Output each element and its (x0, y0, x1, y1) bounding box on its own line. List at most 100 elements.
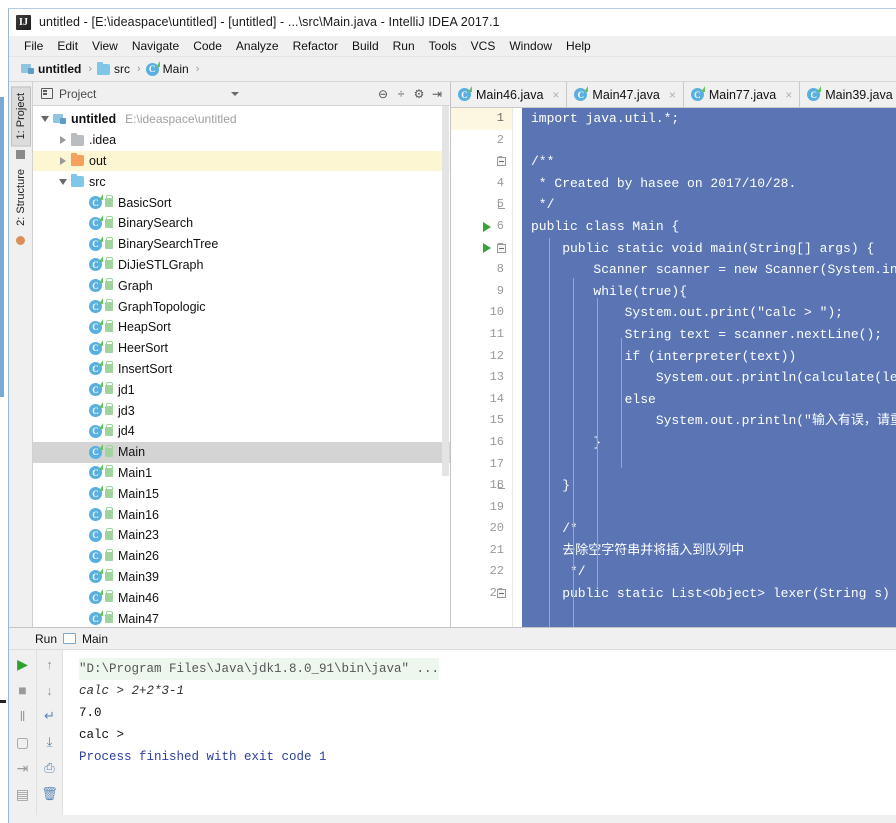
menu-item-analyze[interactable]: Analyze (229, 38, 286, 54)
close-icon[interactable]: × (552, 88, 559, 102)
console-output[interactable]: "D:\Program Files\Java\jdk1.8.0_91\bin\j… (63, 650, 896, 815)
code-line[interactable]: * Created by hasee on 2017/10/28. (513, 173, 896, 195)
tree-item-Main47[interactable]: C Main47 (33, 608, 450, 627)
tree-item-jd3[interactable]: Cjd3 (33, 400, 450, 421)
tree-item-DiJieSTLGraph[interactable]: C DiJieSTLGraph (33, 255, 450, 276)
tree-item-Main16[interactable]: C Main16 (33, 504, 450, 525)
code-line[interactable]: public class Main { (513, 216, 896, 238)
hide-panel-icon[interactable]: ⇥ (428, 85, 446, 103)
fold-end-icon[interactable] (495, 475, 507, 497)
editor-code-surface[interactable]: import java.util.*; /** * Created by hase… (513, 108, 896, 627)
settings-gear-icon[interactable]: ⚙ (410, 85, 428, 103)
line-number[interactable]: 1 (451, 108, 512, 130)
close-icon[interactable]: × (785, 88, 792, 102)
code-line[interactable]: System.out.println(calculate(lexer(te (513, 367, 896, 389)
tool-tab-structure[interactable]: 2: Structure (12, 163, 30, 232)
close-icon[interactable]: × (669, 88, 676, 102)
project-view-selector-icon[interactable] (226, 85, 244, 103)
editor-tab-Main39[interactable]: CMain39.java× (800, 82, 896, 107)
code-line[interactable]: public static void main(String[] args) { (513, 238, 896, 260)
line-number[interactable]: 14 (451, 389, 512, 411)
menu-bar[interactable]: File Edit View Navigate Code Analyze Refactor B… (9, 36, 896, 57)
tree-item-jd1[interactable]: Cjd1 (33, 379, 450, 400)
menu-item-build[interactable]: Build (345, 38, 386, 54)
menu-item-refactor[interactable]: Refactor (286, 38, 345, 54)
code-line[interactable]: System.out.print("calc > "); (513, 302, 896, 324)
tree-item-HeapSort[interactable]: C HeapSort (33, 317, 450, 338)
tree-item-out[interactable]: out (33, 150, 450, 172)
code-line[interactable] (513, 497, 896, 519)
tree-item-Main23[interactable]: C Main23 (33, 525, 450, 546)
tree-item-Main[interactable]: C Main (33, 441, 450, 463)
scroll-down-button[interactable]: ↓ (41, 681, 59, 699)
code-line[interactable]: } (513, 475, 896, 497)
code-line[interactable]: else (513, 389, 896, 411)
tree-item-Main15[interactable]: C Main15 (33, 483, 450, 504)
fold-end-icon[interactable] (495, 194, 507, 216)
editor-tab-Main77[interactable]: C Main77.java × (683, 82, 801, 107)
editor-tab-Main47[interactable]: C Main47.java × (567, 82, 684, 107)
tree-item-InsertSort[interactable]: C InsertSort (33, 359, 450, 380)
code-line[interactable]: */ (513, 561, 896, 583)
rerun-button[interactable]: ▶ (14, 655, 32, 673)
code-line[interactable]: while(true){ (513, 281, 896, 303)
code-line[interactable]: if (interpreter(text)) (513, 346, 896, 368)
tree-item-Main1[interactable]: C Main1 (33, 463, 450, 484)
console-actions-toolbar[interactable]: ↑ ↓ ↵ ⤓ ⎙ 🗑 (37, 650, 63, 815)
print-button[interactable]: ⎙ (41, 759, 59, 777)
menu-item-vcs[interactable]: VCS (464, 38, 503, 54)
editor-tab-strip[interactable]: C Main46.java × C Main47.java × C Main77.java × C… (451, 82, 896, 108)
run-config-name[interactable]: Main (82, 632, 108, 646)
project-tree-scroll-thumb[interactable] (442, 106, 449, 476)
code-line[interactable]: 去除空字符串并将插入到队列中 (513, 540, 896, 562)
tree-item-jd4[interactable]: Cjd4 (33, 421, 450, 442)
fold-collapse-icon[interactable] (495, 583, 507, 605)
layout-button[interactable]: ▤ (14, 785, 32, 803)
line-number[interactable]: 9 (451, 281, 512, 303)
code-line[interactable]: System.out.println("输入有误，请重新 (513, 410, 896, 432)
menu-item-edit[interactable]: Edit (50, 38, 85, 54)
tree-item-HeerSort[interactable]: C HeerSort (33, 338, 450, 359)
tree-item-GraphTopologic[interactable]: C GraphTopologic (33, 296, 450, 317)
line-number[interactable]: 22 (451, 561, 512, 583)
tree-item-.idea[interactable]: .idea (33, 130, 450, 151)
chevron-right-icon[interactable] (57, 135, 68, 146)
fold-collapse-icon[interactable] (495, 238, 507, 260)
project-tree-scrollbar[interactable] (441, 106, 450, 627)
menu-item-tools[interactable]: Tools (422, 38, 464, 54)
tree-item-Graph[interactable]: C Graph (33, 275, 450, 296)
pause-button[interactable]: ‖ (14, 707, 32, 725)
tree-item-Main26[interactable]: C Main26 (33, 546, 450, 567)
stop-button[interactable]: ■ (14, 681, 32, 699)
menu-item-run[interactable]: Run (386, 38, 422, 54)
line-number[interactable]: 20 (451, 518, 512, 540)
line-number[interactable]: 11 (451, 324, 512, 346)
code-line[interactable]: /** (513, 151, 896, 173)
line-number[interactable]: 19 (451, 497, 512, 519)
collapse-all-icon[interactable]: ⊖ (374, 85, 392, 103)
tree-item-Main46[interactable]: C Main46 (33, 587, 450, 608)
editor-gutter[interactable]: 1234567891011121314151617181920212223 (451, 108, 513, 627)
tool-tab-project[interactable]: 1: Project (10, 86, 31, 147)
line-number[interactable]: 21 (451, 540, 512, 562)
line-number[interactable]: 4 (451, 173, 512, 195)
fold-collapse-icon[interactable] (495, 151, 507, 173)
line-number[interactable]: 12 (451, 346, 512, 368)
code-line[interactable]: String text = scanner.nextLine(); (513, 324, 896, 346)
line-number[interactable]: 15 (451, 410, 512, 432)
breadcrumb-item-src[interactable]: src (97, 61, 130, 76)
chevron-down-icon[interactable] (39, 114, 50, 125)
tree-item-src[interactable]: src (33, 171, 450, 192)
code-line[interactable]: public static List<Object> lexer(String … (513, 583, 896, 605)
line-number[interactable]: 13 (451, 367, 512, 389)
breadcrumb-item-Main[interactable]: C Main (145, 60, 189, 76)
line-number[interactable]: 8 (451, 259, 512, 281)
code-line[interactable] (513, 130, 896, 152)
menu-item-help[interactable]: Help (559, 38, 598, 54)
run-gutter-icon[interactable] (481, 216, 493, 238)
tree-item-Main39[interactable]: C Main39 (33, 567, 450, 588)
menu-item-navigate[interactable]: Navigate (125, 38, 186, 54)
menu-item-view[interactable]: View (85, 38, 125, 54)
code-line[interactable]: } (513, 432, 896, 454)
line-number[interactable]: 2 (451, 130, 512, 152)
